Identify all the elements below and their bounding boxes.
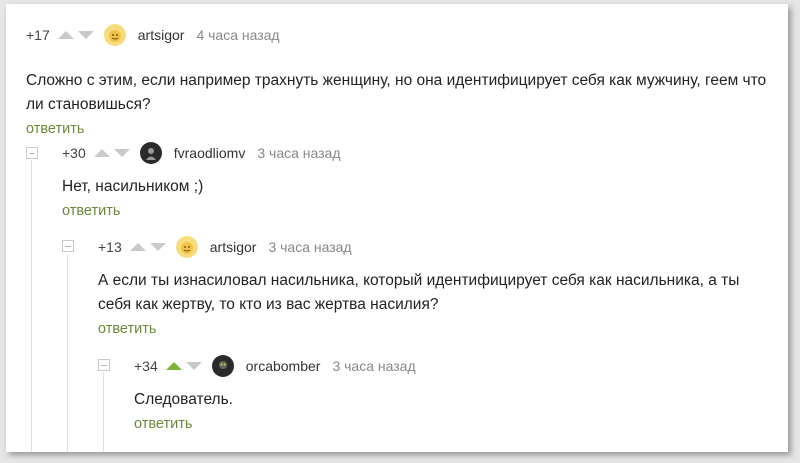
comment-header: +17 artsigor 4 часа назад (26, 21, 776, 49)
comment: +30 fvraodliomv 3 часа назад Нет, насиль… (62, 139, 762, 220)
downvote-button[interactable] (149, 243, 166, 251)
collapse-button[interactable] (98, 359, 110, 371)
upvote-button[interactable] (129, 243, 146, 251)
comment-rating: +13 (98, 239, 122, 255)
comment-time[interactable]: 4 часа назад (196, 27, 279, 43)
collapse-button[interactable] (26, 147, 38, 159)
upvote-button[interactable] (165, 362, 182, 370)
comment: +17 artsigor 4 часа назад Сложно с этим,… (26, 21, 776, 138)
comment-rating: +17 (26, 27, 50, 43)
reply-link[interactable]: ответить (134, 416, 192, 432)
upvote-button[interactable] (93, 149, 110, 157)
avatar[interactable] (175, 236, 198, 258)
user-silhouette-icon (145, 148, 156, 160)
reply-link[interactable]: ответить (62, 203, 120, 219)
comment-text: А если ты изнасиловал насильника, которы… (98, 272, 740, 313)
collapse-button[interactable] (62, 240, 74, 252)
comment-header: +13 artsigor 3 часа назад (98, 233, 768, 261)
comment-author[interactable]: artsigor (138, 27, 185, 43)
comment-thread: +17 artsigor 4 часа назад Сложно с этим,… (6, 4, 788, 452)
face-icon (180, 242, 193, 254)
reply-link[interactable]: ответить (26, 121, 84, 137)
comment-rating: +34 (134, 358, 158, 374)
comment-header: +30 fvraodliomv 3 часа назад (62, 139, 762, 167)
downvote-button[interactable] (185, 362, 202, 370)
thread-line (67, 254, 68, 452)
reply-link[interactable]: ответить (98, 321, 156, 337)
face-icon (108, 30, 121, 42)
comment-text: Нет, насильником ;) (62, 178, 204, 195)
comment-text: Следователь. (134, 391, 233, 408)
comment-time[interactable]: 3 часа назад (257, 145, 340, 161)
comment-text: Сложно с этим, если например трахнуть же… (26, 72, 767, 113)
comment-author[interactable]: artsigor (210, 239, 257, 255)
avatar[interactable] (103, 24, 126, 46)
thread-line (103, 372, 104, 452)
comment-time[interactable]: 3 часа назад (332, 358, 415, 374)
thread-line (31, 160, 32, 452)
avatar[interactable] (139, 142, 162, 164)
comment: +34 orcabomber 3 часа назад Следователь.… (134, 352, 764, 433)
comment-time[interactable]: 3 часа назад (268, 239, 351, 255)
downvote-button[interactable] (113, 149, 130, 157)
comment-rating: +30 (62, 145, 86, 161)
upvote-button[interactable] (57, 31, 74, 39)
avatar[interactable] (211, 355, 234, 377)
comment-author[interactable]: orcabomber (246, 358, 321, 374)
comment: +13 artsigor 3 часа назад А если ты изна… (98, 233, 768, 338)
downvote-button[interactable] (77, 31, 94, 39)
comment-author[interactable]: fvraodliomv (174, 145, 246, 161)
comment-header: +34 orcabomber 3 часа назад (134, 352, 764, 380)
user-silhouette-icon (218, 361, 227, 369)
